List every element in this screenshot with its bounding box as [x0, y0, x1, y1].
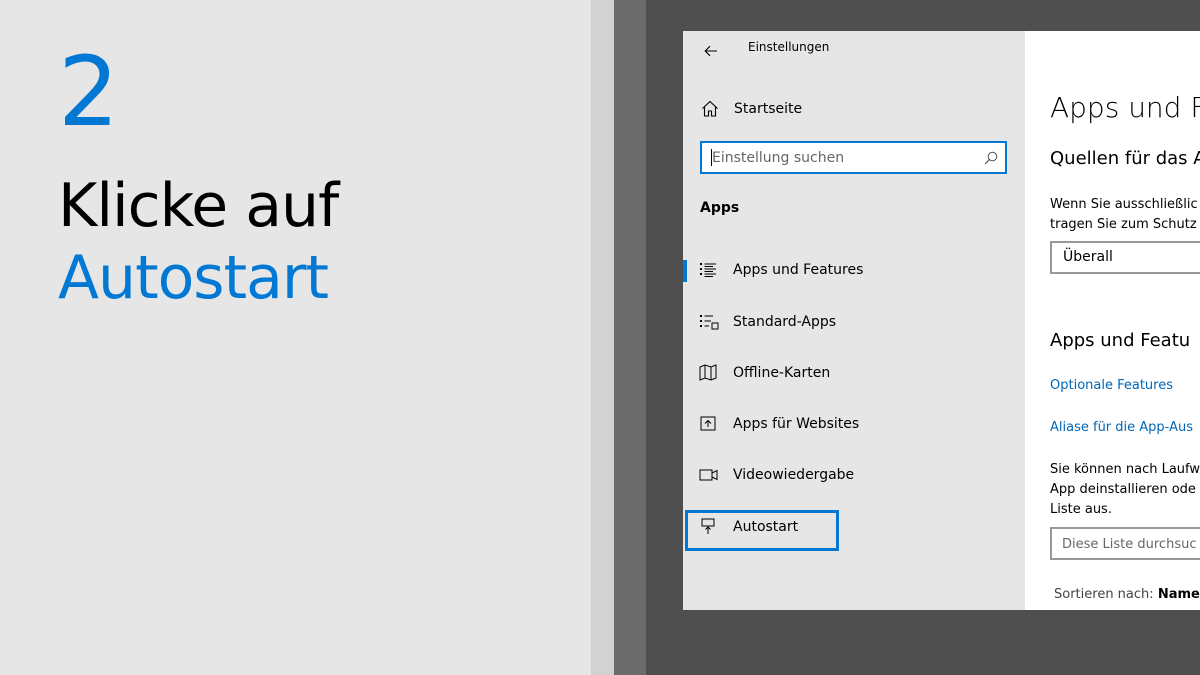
list-desc-line: App deinstallieren ode: [1050, 482, 1196, 497]
nav-item-apps-features[interactable]: Apps und Features: [683, 254, 1025, 286]
list-desc-line: Sie können nach Laufw: [1050, 462, 1200, 477]
active-indicator: [683, 260, 687, 282]
autostart-highlight: [685, 510, 839, 551]
video-icon: [699, 469, 718, 481]
home-icon: [702, 100, 718, 117]
step-number: 2: [58, 36, 120, 148]
nav-item-video-playback[interactable]: Videowiedergabe: [683, 459, 1025, 491]
list-desc-line: Liste aus.: [1050, 502, 1112, 517]
back-arrow-icon: [704, 45, 717, 57]
instruction-text: Klicke auf: [58, 171, 339, 241]
app-aliases-link[interactable]: Aliase für die App-Aus: [1050, 420, 1193, 435]
page-title: Apps und Fe: [1050, 91, 1200, 124]
settings-search-input[interactable]: [712, 147, 972, 169]
app-list-search-box[interactable]: [1050, 527, 1200, 560]
sources-desc-line: Wenn Sie ausschließlic: [1050, 197, 1198, 212]
sort-value[interactable]: Name: [1158, 587, 1200, 602]
nav-item-label: Apps für Websites: [733, 416, 860, 432]
app-source-dropdown[interactable]: Überall: [1050, 241, 1200, 274]
instruction-panel: 2 Klicke auf Autostart: [0, 0, 591, 675]
frame-band-light: [591, 0, 614, 675]
instruction-target-text: Autostart: [58, 243, 329, 313]
frame-band-mid: [614, 0, 646, 675]
nav-item-default-apps[interactable]: Standard-Apps: [683, 306, 1025, 338]
apps-features-icon: [700, 263, 716, 277]
sort-by-control[interactable]: Sortieren nach: Name: [1054, 587, 1200, 602]
default-apps-icon: [700, 315, 719, 330]
back-button[interactable]: [697, 37, 725, 65]
nav-item-label: Videowiedergabe: [733, 467, 855, 483]
optional-features-link[interactable]: Optionale Features: [1050, 378, 1173, 393]
nav-item-apps-websites[interactable]: Apps für Websites: [683, 408, 1025, 440]
apps-features-heading: Apps und Featu: [1050, 330, 1191, 351]
content-pane: Apps und Fe Quellen für das A Wenn Sie a…: [1025, 31, 1200, 610]
nav-item-offline-maps[interactable]: Offline-Karten: [683, 357, 1025, 389]
dropdown-selected-value: Überall: [1063, 249, 1113, 265]
nav-section-title: Apps: [700, 200, 740, 216]
sources-desc-line: tragen Sie zum Schutz: [1050, 217, 1197, 232]
window-title: Einstellungen: [748, 40, 830, 54]
nav-home-label: Startseite: [734, 101, 803, 117]
navigation-pane: Einstellungen Startseite Apps: [683, 31, 1025, 610]
nav-item-label: Apps und Features: [733, 262, 864, 278]
sources-heading: Quellen für das A: [1050, 148, 1200, 169]
nav-home[interactable]: Startseite: [683, 94, 1025, 124]
sources-description: Wenn Sie ausschließlic tragen Sie zum Sc…: [1050, 195, 1198, 235]
nav-item-label: Offline-Karten: [733, 365, 831, 381]
list-description: Sie können nach Laufw App deinstallieren…: [1050, 460, 1200, 520]
settings-window: Einstellungen Startseite Apps: [683, 31, 1200, 610]
app-list-search-input[interactable]: [1062, 534, 1200, 554]
apps-websites-icon: [700, 416, 716, 431]
map-icon: [699, 364, 717, 381]
sort-label: Sortieren nach:: [1054, 587, 1154, 602]
nav-item-label: Standard-Apps: [733, 314, 837, 330]
search-icon[interactable]: [983, 150, 999, 166]
settings-search-box[interactable]: [700, 141, 1007, 174]
